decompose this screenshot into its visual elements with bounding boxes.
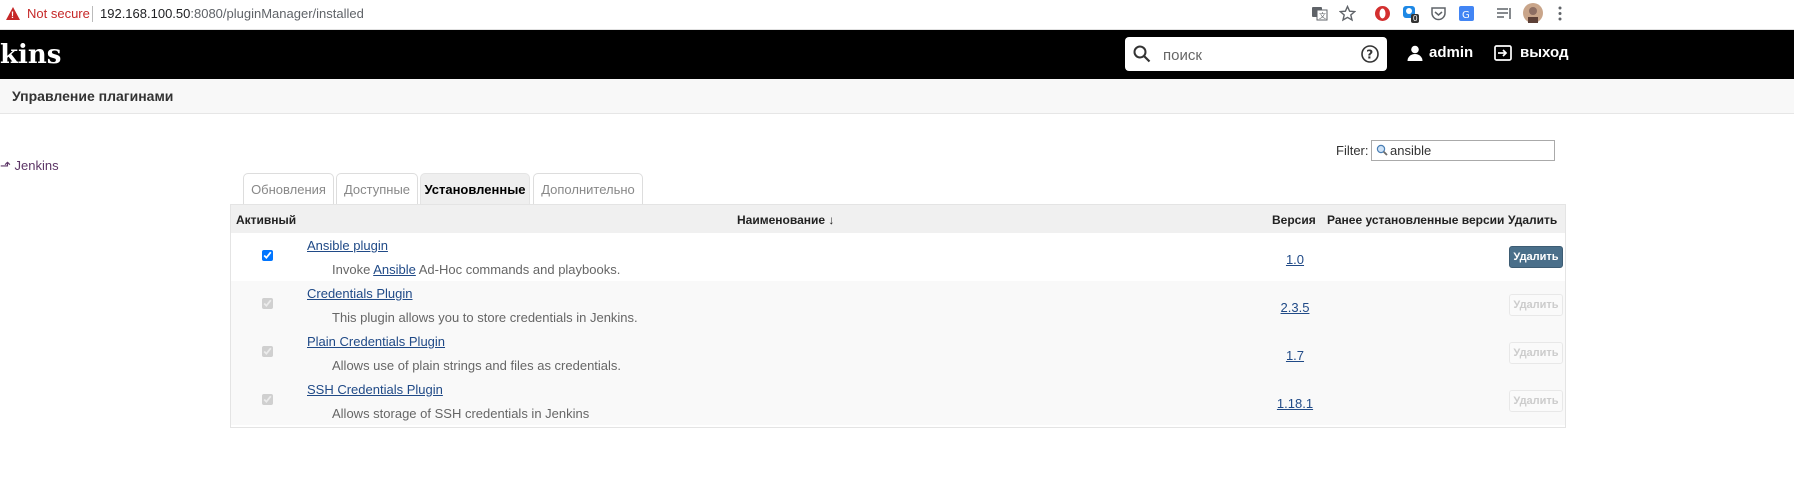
plugin-name-link[interactable]: Credentials Plugin xyxy=(307,286,413,301)
reading-list-icon[interactable] xyxy=(1496,5,1513,22)
filter-label: Filter: xyxy=(1336,143,1369,158)
magnifier-icon xyxy=(1376,144,1388,156)
uninstall-button: Удалить xyxy=(1509,390,1563,412)
filter-field xyxy=(1371,140,1555,161)
translate-icon[interactable]: 文 xyxy=(1311,5,1328,22)
plugin-name-link[interactable]: Ansible plugin xyxy=(307,238,388,253)
jenkins-logo[interactable]: kins xyxy=(0,40,61,70)
logout-icon xyxy=(1494,44,1512,61)
version-link[interactable]: 2.3.5 xyxy=(1261,300,1329,315)
user-link[interactable]: admin xyxy=(1407,44,1473,61)
version-link[interactable]: 1.0 xyxy=(1261,252,1329,267)
enable-checkbox xyxy=(262,394,273,405)
search-box: ? xyxy=(1125,37,1387,71)
back-arrow-icon: ⬏ xyxy=(0,158,11,173)
filter-input[interactable] xyxy=(1390,141,1550,159)
description-link[interactable]: Ansible xyxy=(373,262,416,277)
table-row: Credentials Plugin This plugin allows yo… xyxy=(231,281,1565,329)
uninstall-button[interactable]: Удалить xyxy=(1509,246,1563,268)
google-translate-icon[interactable]: G xyxy=(1458,5,1475,22)
sidebar-item-label: Jenkins xyxy=(14,158,59,173)
table-header: Активный Наименование ↓ Версия Ранее уст… xyxy=(231,205,1565,233)
security-label[interactable]: Not secure xyxy=(27,6,90,21)
tab-updates[interactable]: Обновления xyxy=(243,173,334,204)
plugin-description: Allows storage of SSH credentials in Jen… xyxy=(332,406,590,421)
table-row: SSH Credentials Plugin Allows storage of… xyxy=(231,377,1565,425)
svg-text:文: 文 xyxy=(1319,11,1326,20)
search-input[interactable] xyxy=(1161,43,1355,67)
tab-available[interactable]: Доступные xyxy=(336,173,418,204)
opera-extension-icon[interactable] xyxy=(1374,5,1391,22)
table-row: Ansible plugin Invoke Ansible Ad-Hoc com… xyxy=(231,233,1565,281)
column-header-uninstall[interactable]: Удалить xyxy=(1508,213,1557,227)
tab-installed[interactable]: Установленные xyxy=(420,173,530,204)
extension-badge: 0 xyxy=(1411,14,1420,23)
svg-text:G: G xyxy=(1462,10,1470,21)
url-host: 192.168.100.50 xyxy=(100,6,191,21)
description-text: Ad-Hoc commands and playbooks. xyxy=(415,262,621,277)
logout-label: выход xyxy=(1520,44,1569,61)
tab-advanced[interactable]: Дополнительно xyxy=(533,173,643,204)
user-icon xyxy=(1407,45,1423,61)
warning-icon: ! xyxy=(6,7,20,20)
enable-checkbox[interactable] xyxy=(262,250,273,261)
plugin-description: This plugin allows you to store credenti… xyxy=(332,310,638,325)
plugins-table: Активный Наименование ↓ Версия Ранее уст… xyxy=(230,204,1566,428)
column-header-active[interactable]: Активный xyxy=(236,213,296,227)
plugin-description: Allows use of plain strings and files as… xyxy=(332,358,622,373)
uninstall-button: Удалить xyxy=(1509,342,1563,364)
address-bar[interactable]: 192.168.100.50:8080/pluginManager/instal… xyxy=(100,6,364,21)
help-icon[interactable]: ? xyxy=(1361,45,1379,63)
breadcrumb: Управление плагинами xyxy=(0,79,1794,114)
divider xyxy=(92,6,93,22)
column-header-version[interactable]: Версия xyxy=(1272,213,1316,227)
version-link[interactable]: 1.7 xyxy=(1261,348,1329,363)
plugin-description: Invoke Ansible Ad-Hoc commands and playb… xyxy=(332,262,620,277)
pocket-icon[interactable] xyxy=(1430,5,1447,22)
description-text: Invoke xyxy=(332,262,374,277)
page-title[interactable]: Управление плагинами xyxy=(12,88,173,104)
version-link[interactable]: 1.18.1 xyxy=(1261,396,1329,411)
enable-checkbox xyxy=(262,298,273,309)
user-name: admin xyxy=(1429,44,1474,61)
search-icon xyxy=(1133,45,1151,63)
logout-link[interactable]: выход xyxy=(1494,44,1569,61)
plugin-name-link[interactable]: Plain Credentials Plugin xyxy=(307,334,445,349)
svg-text:?: ? xyxy=(1366,48,1373,62)
column-header-previous-versions[interactable]: Ранее установленные версии xyxy=(1327,213,1504,227)
plugin-name-link[interactable]: SSH Credentials Plugin xyxy=(307,382,443,397)
uninstall-button: Удалить xyxy=(1509,294,1563,316)
enable-checkbox xyxy=(262,346,273,357)
column-header-name[interactable]: Наименование ↓ xyxy=(737,213,834,227)
sidebar-item-back-to-jenkins[interactable]: ⬏ Jenkins xyxy=(0,158,59,174)
table-row: Plain Credentials Plugin Allows use of p… xyxy=(231,329,1565,377)
star-icon[interactable] xyxy=(1339,5,1356,22)
browser-toolbar: ! Not secure 192.168.100.50:8080/pluginM… xyxy=(0,0,1794,30)
profile-avatar-icon[interactable] xyxy=(1523,3,1543,23)
more-menu-icon[interactable] xyxy=(1555,5,1565,22)
url-path: :8080/pluginManager/installed xyxy=(190,6,364,21)
